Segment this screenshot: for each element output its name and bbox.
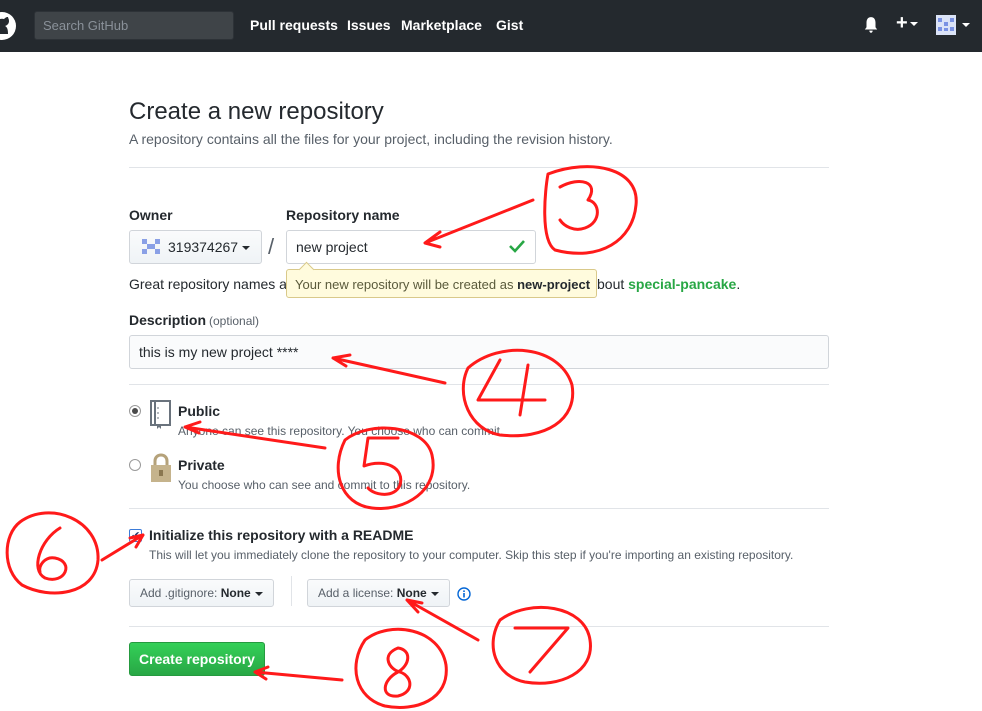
public-option-title: Public [178, 403, 221, 419]
gitignore-dropdown[interactable]: Add .gitignore: None [129, 579, 274, 607]
owner-select[interactable]: 319374267 [129, 230, 262, 264]
annotation-circle-3 [543, 165, 638, 255]
public-option-note: Anyone can see this repository. You choo… [178, 424, 504, 438]
nav-marketplace[interactable]: Marketplace [401, 17, 482, 33]
divider [129, 626, 829, 627]
divider [129, 167, 829, 168]
chevron-down-icon [430, 591, 439, 596]
repo-name-label: Repository name [286, 207, 400, 223]
readme-label[interactable]: Initialize this repository with a README [149, 527, 413, 543]
private-option-note: You choose who can see and commit to thi… [178, 478, 471, 492]
description-input[interactable] [129, 335, 829, 369]
checkmark-icon: ✔ [131, 530, 141, 542]
private-option-title: Private [178, 457, 225, 473]
create-repository-button[interactable]: Create repository [129, 642, 265, 676]
private-radio[interactable] [129, 459, 141, 471]
divider [129, 508, 829, 509]
info-icon[interactable] [457, 587, 471, 601]
license-dropdown[interactable]: Add a license: None [307, 579, 450, 607]
repo-name-tooltip: Your new repository will be created as n… [286, 269, 597, 298]
annotation-circle-5 [336, 426, 435, 510]
identicon-icon [938, 18, 954, 31]
lock-icon [151, 453, 171, 482]
readme-note: This will let you immediately clone the … [149, 548, 794, 562]
check-icon [509, 240, 525, 253]
page-title: Create a new repository [129, 98, 384, 125]
nav-issues[interactable]: Issues [347, 17, 391, 33]
owner-value: 319374267 [168, 239, 239, 255]
github-logo-icon[interactable] [0, 10, 18, 42]
nav-gist[interactable]: Gist [496, 17, 523, 33]
annotation-circle-8 [354, 627, 448, 709]
repo-name-hint: Great repository names a [129, 276, 287, 292]
divider [129, 384, 829, 385]
page-subtitle: A repository contains all the files for … [129, 131, 613, 147]
search-input[interactable]: Search GitHub [34, 11, 234, 40]
bell-icon[interactable] [862, 16, 880, 34]
new-menu-button[interactable]: + [896, 12, 918, 34]
chevron-down-icon [254, 591, 263, 596]
chevron-down-icon [242, 246, 250, 250]
avatar[interactable] [936, 15, 956, 35]
divider [291, 576, 292, 606]
plus-icon: + [896, 12, 908, 34]
top-nav-bar: Search GitHub Pull requests Issues Marke… [0, 0, 982, 52]
public-radio[interactable] [129, 405, 141, 417]
repo-name-input[interactable] [286, 230, 536, 264]
chevron-down-icon [909, 21, 918, 26]
suggestion-link[interactable]: special-pancake [628, 276, 736, 292]
identicon-icon [142, 239, 160, 254]
annotation-circle-6 [5, 511, 100, 595]
description-label: Description (optional) [129, 312, 260, 328]
owner-repo-separator: / [268, 234, 275, 259]
owner-label: Owner [129, 207, 173, 223]
repo-book-icon [150, 400, 171, 429]
nav-pull-requests[interactable]: Pull requests [250, 17, 338, 33]
readme-checkbox[interactable]: ✔ [129, 529, 142, 542]
annotation-circle-7 [491, 606, 592, 685]
chevron-down-icon[interactable] [962, 23, 970, 27]
repo-name-hint-suggestion: bout special-pancake. [597, 276, 741, 292]
